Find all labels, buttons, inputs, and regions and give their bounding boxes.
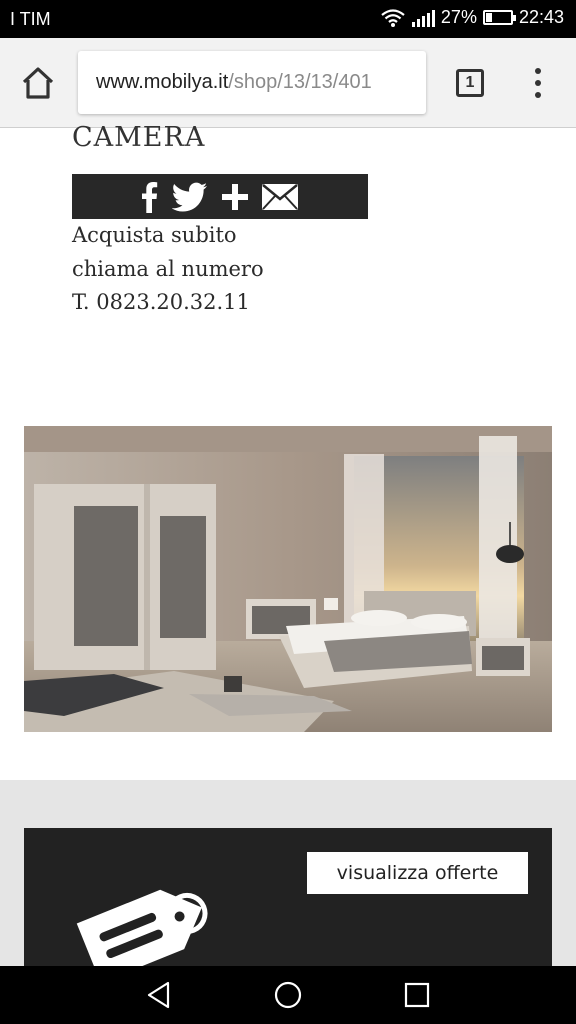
mail-icon[interactable] <box>262 183 298 210</box>
view-offers-button[interactable]: visualizza offerte <box>307 852 528 894</box>
contact-line: chiama al numero <box>72 256 264 281</box>
tab-count: 1 <box>465 74 475 91</box>
carrier-name: I TIM <box>10 9 51 29</box>
tabs-icon[interactable]: 1 <box>456 69 484 97</box>
page-title: CAMERA <box>72 122 206 153</box>
contact-line: Acquista subito <box>72 223 237 247</box>
url-domain: www.mobilya.it <box>96 71 229 93</box>
recents-icon[interactable] <box>402 980 432 1010</box>
overflow-menu-icon[interactable] <box>528 66 548 100</box>
navigation-bar <box>0 966 576 1024</box>
browser-toolbar: www.mobilya.it/shop/13/13/401 1 <box>0 38 576 128</box>
home-icon[interactable] <box>18 65 58 101</box>
plus-icon[interactable] <box>222 183 248 210</box>
offers-card: visualizza offerte <box>24 828 552 970</box>
bedroom-product-photo[interactable] <box>24 426 552 732</box>
facebook-icon[interactable] <box>142 181 158 213</box>
contact-text: Acquista subito chiama al numero T. 0823… <box>72 219 264 320</box>
home-circle-icon[interactable] <box>273 980 303 1010</box>
battery-icon <box>482 10 516 25</box>
price-tag-icon <box>76 889 208 970</box>
status-icons: 27% 22:43 <box>380 7 564 28</box>
url-path: /shop/13/13/401 <box>228 71 372 93</box>
signal-icon <box>411 9 435 27</box>
wifi-icon <box>381 8 405 27</box>
twitter-icon[interactable] <box>172 182 208 212</box>
battery-percent: 27% <box>440 7 477 27</box>
clock: 22:43 <box>518 7 564 27</box>
share-bar <box>72 174 368 219</box>
back-icon[interactable] <box>144 980 174 1010</box>
address-bar[interactable]: www.mobilya.it/shop/13/13/401 <box>78 51 426 114</box>
status-bar: I TIM 27% 22:43 <box>0 0 576 38</box>
phone-number[interactable]: T. 0823.20.32.11 <box>72 286 264 320</box>
